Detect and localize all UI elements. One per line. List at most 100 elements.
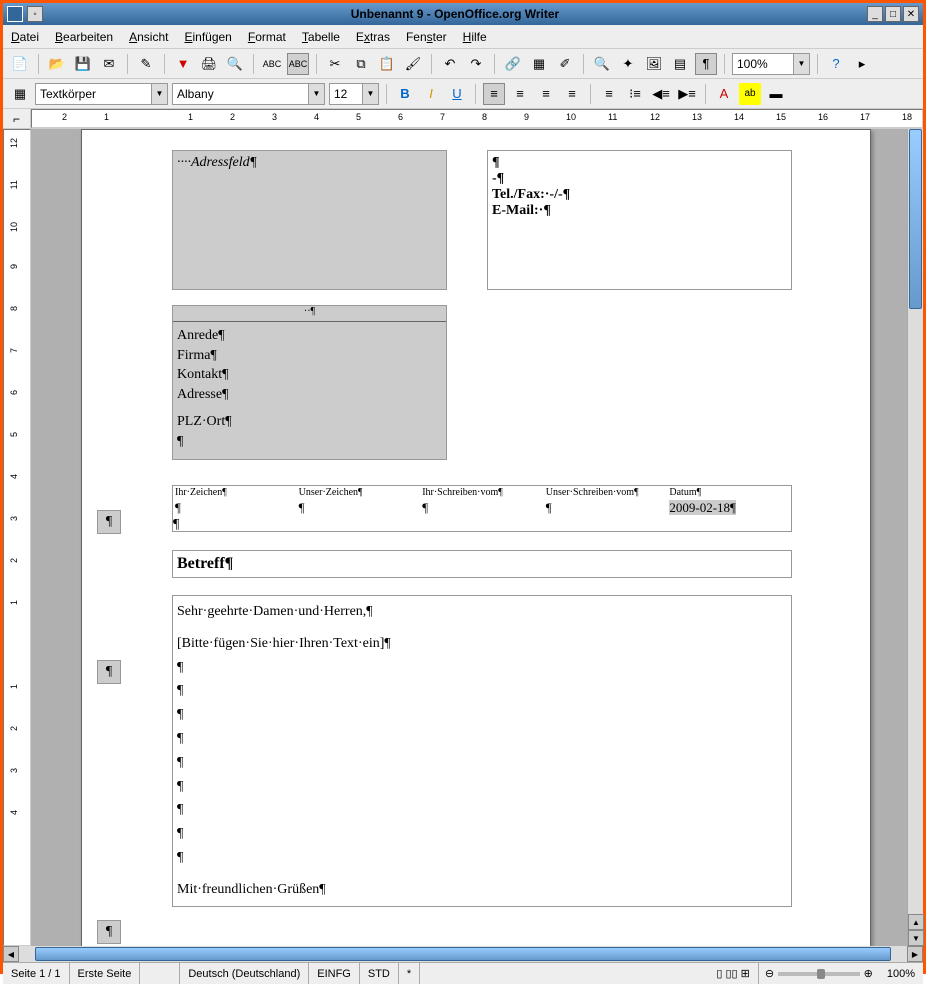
- page[interactable]: ····Adressfeld¶ ¶ -¶ Tel./Fax:·-/-¶ E-Ma…: [81, 129, 871, 946]
- font-color-button[interactable]: A: [713, 83, 735, 105]
- whatsthis-button[interactable]: ▸: [851, 53, 873, 75]
- email-button[interactable]: ✉: [98, 53, 120, 75]
- nonprinting-button[interactable]: ¶: [695, 53, 717, 75]
- table-button[interactable]: ▦: [528, 53, 550, 75]
- ref-header-cell: Unser·Schreiben·vom¶: [544, 486, 668, 499]
- font-input[interactable]: [173, 84, 308, 104]
- menu-extras[interactable]: Extras: [356, 30, 390, 44]
- indent-decrease-button[interactable]: ◀≡: [650, 83, 672, 105]
- minimize-button[interactable]: _: [867, 6, 883, 22]
- pilcrow-marker: ¶: [97, 510, 121, 534]
- menu-ansicht[interactable]: Ansicht: [129, 30, 168, 44]
- separator: [164, 54, 165, 74]
- indent-increase-button[interactable]: ▶≡: [676, 83, 698, 105]
- open-button[interactable]: 📂: [46, 53, 68, 75]
- recipient-line: Firma¶: [177, 346, 442, 366]
- menu-bearbeiten[interactable]: Bearbeiten: [55, 30, 113, 44]
- bold-button[interactable]: B: [394, 83, 416, 105]
- font-combo[interactable]: ▼: [172, 83, 325, 105]
- navigator-button[interactable]: ✦: [617, 53, 639, 75]
- new-button[interactable]: 📄: [9, 53, 31, 75]
- edit-button[interactable]: ✎: [135, 53, 157, 75]
- separator: [590, 84, 591, 104]
- vertical-ruler[interactable]: 1211109876543211234: [3, 129, 31, 946]
- preview-button[interactable]: 🔍: [224, 53, 246, 75]
- recipient-line: Anrede¶: [177, 326, 442, 346]
- menu-format[interactable]: Format: [248, 30, 286, 44]
- undo-button[interactable]: ↶: [439, 53, 461, 75]
- styles-button[interactable]: ▦: [9, 83, 31, 105]
- separator: [431, 54, 432, 74]
- pin-button[interactable]: ◦: [27, 6, 43, 22]
- horizontal-scrollbar[interactable]: ◀ ▶: [3, 946, 923, 962]
- align-right-button[interactable]: ≡: [535, 83, 557, 105]
- workspace: 1211109876543211234 ····Adressfeld¶ ¶ -¶…: [3, 129, 923, 946]
- menu-tabelle[interactable]: Tabelle: [302, 30, 340, 44]
- align-center-button[interactable]: ≡: [509, 83, 531, 105]
- cut-button[interactable]: ✂: [324, 53, 346, 75]
- paste-button[interactable]: 📋: [376, 53, 398, 75]
- sender-line: -¶: [492, 171, 787, 187]
- subject-box[interactable]: Betreff¶: [172, 550, 792, 578]
- address-field-frame[interactable]: ····Adressfeld¶: [172, 150, 447, 290]
- greeting-text: Sehr·geehrte·Damen·und·Herren,¶: [177, 600, 787, 624]
- scroll-down-icon[interactable]: ▼: [908, 930, 924, 946]
- align-justify-button[interactable]: ≡: [561, 83, 583, 105]
- separator: [705, 84, 706, 104]
- style-input[interactable]: [36, 84, 151, 104]
- print-button[interactable]: 🖨: [198, 53, 220, 75]
- menu-datei[interactable]: Datei: [11, 30, 39, 44]
- reference-row[interactable]: Ihr·Zeichen¶ Unser·Zeichen¶ Ihr·Schreibe…: [172, 485, 792, 532]
- hyperlink-button[interactable]: 🔗: [502, 53, 524, 75]
- bgcolor-button[interactable]: ▬: [765, 83, 787, 105]
- scrollbar-thumb[interactable]: [35, 947, 891, 961]
- scroll-right-icon[interactable]: ▶: [907, 946, 923, 962]
- sender-box[interactable]: ¶ -¶ Tel./Fax:·-/-¶ E-Mail:·¶: [487, 150, 792, 290]
- scroll-left-icon[interactable]: ◀: [3, 946, 19, 962]
- empty-para: ¶: [177, 727, 787, 751]
- horizontal-ruler[interactable]: 21123456789101112131415161718: [31, 109, 923, 128]
- zoom-dropdown-icon[interactable]: ▼: [793, 54, 809, 74]
- recipient-header: ··¶: [173, 306, 446, 322]
- style-combo[interactable]: ▼: [35, 83, 168, 105]
- numbering-button[interactable]: ≡: [598, 83, 620, 105]
- italic-button[interactable]: I: [420, 83, 442, 105]
- maximize-button[interactable]: □: [885, 6, 901, 22]
- help-button[interactable]: ?: [825, 53, 847, 75]
- body-box[interactable]: Sehr·geehrte·Damen·und·Herren,¶ [Bitte·f…: [172, 595, 792, 907]
- pdf-button[interactable]: ▼: [172, 53, 194, 75]
- document-area[interactable]: ····Adressfeld¶ ¶ -¶ Tel./Fax:·-/-¶ E-Ma…: [31, 129, 907, 946]
- align-left-button[interactable]: ≡: [483, 83, 505, 105]
- copy-button[interactable]: ⧉: [350, 53, 372, 75]
- find-button[interactable]: 🔍: [591, 53, 613, 75]
- scroll-up-icon[interactable]: ▲: [908, 914, 924, 930]
- recipient-box[interactable]: ··¶ Anrede¶ Firma¶ Kontakt¶ Adresse¶ PLZ…: [172, 305, 447, 460]
- zoom-combo[interactable]: ▼: [732, 53, 810, 75]
- formatpaint-button[interactable]: 🖌: [402, 53, 424, 75]
- scrollbar-thumb[interactable]: [909, 129, 922, 309]
- size-input[interactable]: [330, 84, 362, 104]
- menu-hilfe[interactable]: Hilfe: [463, 30, 487, 44]
- redo-button[interactable]: ↷: [465, 53, 487, 75]
- draw-button[interactable]: ✐: [554, 53, 576, 75]
- size-combo[interactable]: ▼: [329, 83, 379, 105]
- autospell-button[interactable]: ABC: [287, 53, 309, 75]
- datasources-button[interactable]: ▤: [669, 53, 691, 75]
- dropdown-icon[interactable]: ▼: [362, 84, 378, 104]
- dropdown-icon[interactable]: ▼: [151, 84, 167, 104]
- zoom-input[interactable]: [733, 54, 793, 74]
- highlight-button[interactable]: ab: [739, 83, 761, 105]
- underline-button[interactable]: U: [446, 83, 468, 105]
- menu-fenster[interactable]: Fenster: [406, 30, 447, 44]
- menu-einfuegen[interactable]: Einfügen: [184, 30, 231, 44]
- ref-value-cell: 2009-02-18¶: [667, 499, 791, 517]
- dropdown-icon[interactable]: ▼: [308, 84, 324, 104]
- bullets-button[interactable]: ⁝≡: [624, 83, 646, 105]
- gallery-button[interactable]: 🖼: [643, 53, 665, 75]
- status-bar: Seite 1 / 1 Erste Seite Deutsch (Deutsch…: [3, 962, 923, 984]
- save-button[interactable]: 💾: [72, 53, 94, 75]
- vertical-scrollbar[interactable]: ▲ ▼: [907, 129, 923, 946]
- spellcheck-button[interactable]: ABC: [261, 53, 283, 75]
- pilcrow-marker: ¶: [97, 920, 121, 944]
- close-button[interactable]: ✕: [903, 6, 919, 22]
